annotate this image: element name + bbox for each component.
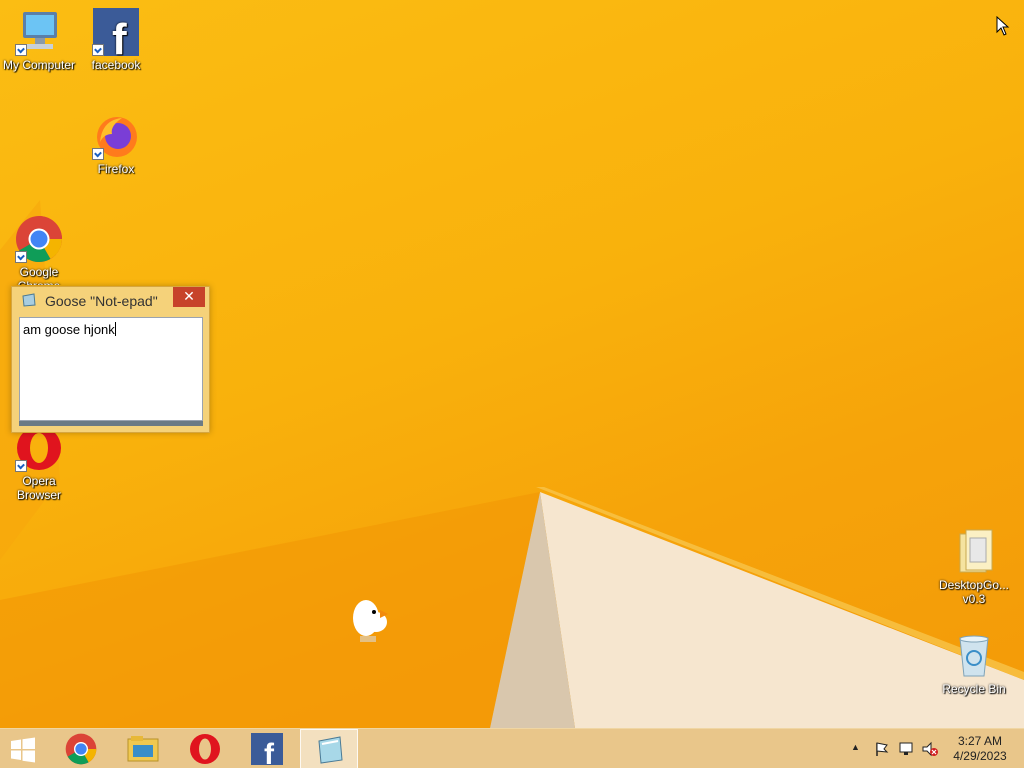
notepad-text-area[interactable]: am goose hjonk bbox=[19, 317, 203, 421]
desktop-icon-my-computer[interactable]: My Computer bbox=[1, 8, 77, 72]
desktop-icon-firefox[interactable]: Firefox bbox=[78, 112, 154, 176]
notepad-window[interactable]: Goose "Not-epad" ✕ am goose hjonk bbox=[11, 286, 210, 433]
desktop-icon-desktopgoose-folder[interactable]: DesktopGo... v0.3 bbox=[936, 528, 1012, 606]
taskbar-notepad[interactable] bbox=[300, 729, 358, 769]
taskbar-file-explorer[interactable] bbox=[114, 729, 172, 769]
clock-time: 3:27 AM bbox=[957, 734, 1003, 748]
taskbar-facebook[interactable]: f bbox=[238, 729, 296, 769]
desktop-icon-label: My Computer bbox=[2, 58, 76, 72]
folder-icon bbox=[950, 528, 998, 576]
taskbar-opera[interactable] bbox=[176, 729, 234, 769]
clock[interactable]: 3:27 AM 4/29/2023 bbox=[944, 734, 1016, 764]
shortcut-arrow-icon bbox=[15, 44, 27, 56]
notepad-titlebar[interactable]: Goose "Not-epad" ✕ bbox=[12, 287, 209, 315]
firefox-icon bbox=[92, 112, 140, 160]
desktop-icon-label: DesktopGo... v0.3 bbox=[938, 578, 1010, 606]
close-button[interactable]: ✕ bbox=[173, 287, 205, 307]
action-center-flag-icon[interactable] bbox=[874, 741, 890, 757]
goose-icon bbox=[353, 600, 388, 642]
facebook-icon: f bbox=[251, 733, 283, 765]
mouse-cursor bbox=[996, 15, 1010, 41]
volume-muted-icon[interactable] bbox=[922, 741, 938, 757]
desktop-icon-label: Firefox bbox=[97, 162, 135, 176]
shortcut-arrow-icon bbox=[92, 44, 104, 56]
desktop-icon-recycle-bin[interactable]: Recycle Bin bbox=[936, 632, 1012, 696]
chrome-icon bbox=[15, 215, 63, 263]
computer-icon bbox=[15, 8, 63, 56]
windows-logo-icon bbox=[11, 737, 35, 763]
recycle-bin-icon bbox=[950, 632, 998, 680]
facebook-icon: f bbox=[92, 8, 140, 64]
text-caret bbox=[114, 322, 116, 336]
shortcut-arrow-icon bbox=[92, 148, 104, 160]
goose-sprite[interactable] bbox=[350, 596, 394, 649]
desktop-icon-label: Opera Browser bbox=[16, 474, 61, 502]
taskbar-chrome[interactable] bbox=[52, 729, 110, 769]
notepad-statusbar bbox=[19, 421, 203, 426]
shortcut-arrow-icon bbox=[15, 251, 27, 263]
start-button[interactable] bbox=[0, 729, 48, 769]
desktop-icon-google-chrome[interactable]: Google Chrome bbox=[1, 215, 77, 285]
desktop-icon-label: Google Chrome bbox=[18, 265, 61, 285]
desktop: My Computer f facebook Firefox Google Op… bbox=[0, 0, 1024, 728]
shortcut-arrow-icon bbox=[15, 460, 27, 472]
file-explorer-icon bbox=[127, 736, 159, 762]
arrow-cursor-icon bbox=[996, 15, 1010, 36]
svg-text:f: f bbox=[264, 738, 275, 765]
taskbar: f ▲ 3:27 AM 4/29/2023 bbox=[0, 728, 1024, 769]
desktop-icon-facebook[interactable]: f facebook bbox=[78, 8, 154, 72]
desktop-icon-label: Recycle Bin bbox=[942, 682, 1006, 696]
desktop-icon-label: facebook bbox=[91, 58, 141, 72]
close-icon: ✕ bbox=[183, 288, 195, 304]
notepad-title: Goose "Not-epad" bbox=[45, 293, 158, 309]
notepad-icon bbox=[21, 293, 37, 307]
notepad-text: am goose hjonk bbox=[23, 322, 115, 337]
svg-text:f: f bbox=[112, 15, 127, 56]
show-hidden-icons-button[interactable]: ▲ bbox=[851, 742, 860, 752]
chrome-icon bbox=[65, 733, 97, 765]
clock-date: 4/29/2023 bbox=[953, 749, 1007, 763]
notepad-icon bbox=[318, 736, 343, 764]
desktop-icon-opera[interactable]: Opera Browser bbox=[1, 424, 77, 502]
opera-icon bbox=[190, 734, 220, 764]
network-icon[interactable] bbox=[898, 741, 914, 757]
